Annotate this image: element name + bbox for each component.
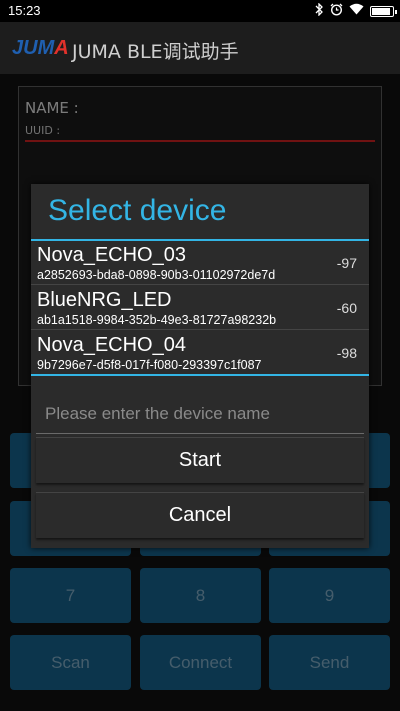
- battery-icon: [370, 5, 397, 17]
- device-rssi: -60: [336, 300, 357, 316]
- app-title: JUMA BLE调试助手: [72, 41, 239, 63]
- device-name: BlueNRG_LED: [37, 289, 172, 311]
- device-name-input[interactable]: [36, 394, 364, 434]
- select-device-dialog: Select device Nova_ECHO_03 a2852693-bda8…: [31, 184, 369, 548]
- wifi-icon: [349, 3, 364, 19]
- juma-logo: JUMA: [12, 37, 69, 59]
- start-button[interactable]: Start: [36, 437, 364, 483]
- device-list-item[interactable]: BlueNRG_LED ab1a1518-9984-352b-49e3-8172…: [31, 286, 369, 330]
- device-uuid: a2852693-bda8-0898-90b3-01102972de7d: [37, 268, 276, 282]
- device-rssi: -98: [336, 345, 357, 361]
- alarm-icon: [330, 3, 343, 20]
- action-bar: JUMA JUMA BLE调试助手: [0, 22, 400, 74]
- device-list-divider: [31, 374, 369, 376]
- device-name: Nova_ECHO_03: [37, 244, 186, 266]
- device-uuid: ab1a1518-9984-352b-49e3-81727a98232b: [37, 313, 277, 327]
- bluetooth-icon: [315, 1, 324, 20]
- device-name: Nova_ECHO_04: [37, 334, 186, 356]
- status-icons: [315, 1, 397, 20]
- status-time: 15:23: [8, 3, 41, 18]
- cancel-button[interactable]: Cancel: [36, 492, 364, 538]
- device-uuid: 9b7296e7-d5f8-017f-f080-293397c1f087: [37, 358, 262, 372]
- device-list-item[interactable]: Nova_ECHO_04 9b7296e7-d5f8-017f-f080-293…: [31, 331, 369, 375]
- dialog-title: Select device: [48, 194, 227, 227]
- device-rssi: -97: [336, 255, 357, 271]
- device-list-item[interactable]: Nova_ECHO_03 a2852693-bda8-0898-90b3-011…: [31, 241, 369, 285]
- status-bar: 15:23: [0, 0, 400, 22]
